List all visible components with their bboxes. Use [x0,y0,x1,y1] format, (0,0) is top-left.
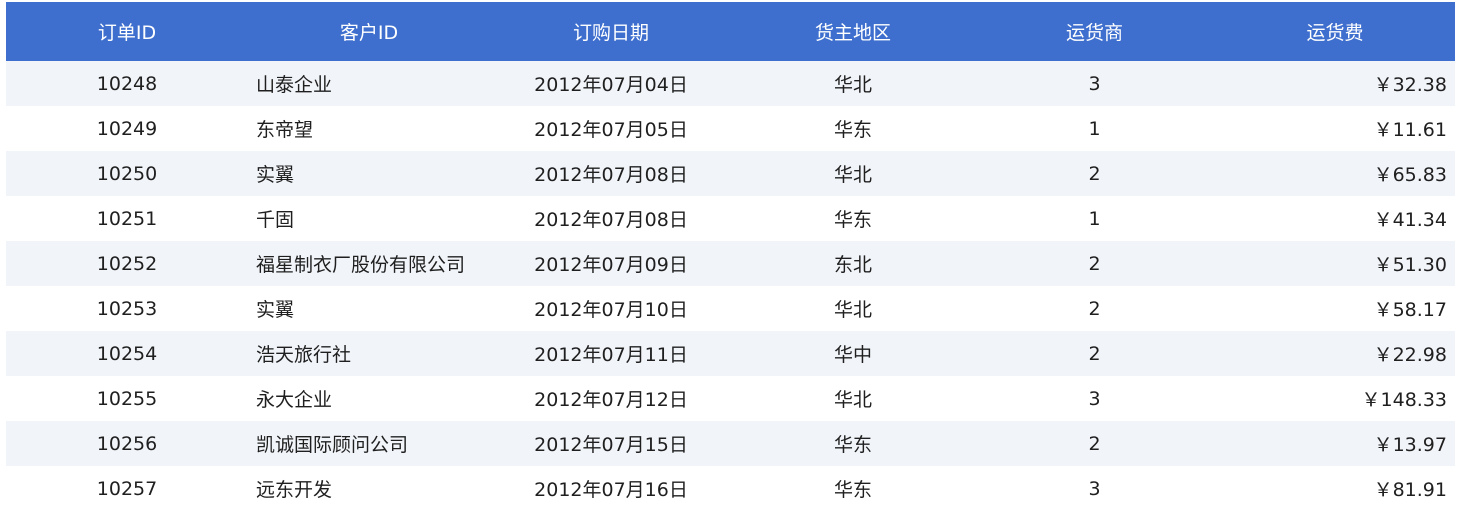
table-row[interactable]: 10250 实翼 2012年07月08日 华北 2 ￥65.83 [6,151,1455,196]
cell-freight: ￥81.91 [1373,479,1447,501]
cell-customer-id: 实翼 [256,164,295,186]
cell-ship-region: 华东 [833,119,872,141]
column-header-order-id[interactable]: 订单ID [6,2,248,61]
cell-shipper: 2 [1088,297,1101,320]
table-row[interactable]: 10253 实翼 2012年07月10日 华北 2 ￥58.17 [6,286,1455,331]
cell-customer-id: 千固 [256,209,295,231]
cell-order-id: 10249 [96,117,158,140]
cell-order-date: 2012年07月11日 [534,344,688,366]
column-header-customer-id[interactable]: 客户ID [248,2,490,61]
cell-order-date: 2012年07月08日 [534,209,688,231]
table-row[interactable]: 10254 浩天旅行社 2012年07月11日 华中 2 ￥22.98 [6,331,1455,376]
table-header: 订单ID 客户ID 订购日期 货主地区 运货商 运货费 [6,2,1455,61]
cell-ship-region: 华中 [833,344,872,366]
column-header-freight[interactable]: 运货费 [1215,2,1455,61]
table-row[interactable]: 10256 凯诚国际顾问公司 2012年07月15日 华东 2 ￥13.97 [6,421,1455,466]
cell-shipper: 2 [1088,432,1101,455]
column-header-ship-region[interactable]: 货主地区 [732,2,974,61]
cell-ship-region: 华东 [833,434,872,456]
cell-freight: ￥65.83 [1373,164,1447,186]
cell-order-id: 10254 [96,342,158,365]
cell-freight: ￥51.30 [1373,254,1447,276]
cell-order-id: 10255 [96,387,158,410]
cell-shipper: 3 [1088,387,1101,410]
cell-order-date: 2012年07月08日 [534,164,688,186]
cell-order-date: 2012年07月10日 [534,299,688,321]
cell-shipper: 3 [1088,477,1101,500]
cell-customer-id: 东帝望 [256,119,314,141]
cell-shipper: 3 [1088,72,1101,95]
orders-table: 订单ID 客户ID 订购日期 货主地区 运货商 运货费 10248 山泰企业 2… [6,0,1455,511]
cell-customer-id: 凯诚国际顾问公司 [256,434,409,456]
cell-order-id: 10252 [96,252,158,275]
cell-ship-region: 华北 [833,164,872,186]
table-row[interactable]: 10257 远东开发 2012年07月16日 华东 3 ￥81.91 [6,466,1455,511]
cell-freight: ￥58.17 [1373,299,1447,321]
table-row[interactable]: 10252 福星制衣厂股份有限公司 2012年07月09日 东北 2 ￥51.3… [6,241,1455,286]
cell-ship-region: 华东 [833,479,872,501]
table-row[interactable]: 10248 山泰企业 2012年07月04日 华北 3 ￥32.38 [6,61,1455,106]
cell-shipper: 1 [1088,207,1101,230]
cell-customer-id: 永大企业 [256,389,333,411]
cell-order-date: 2012年07月16日 [534,479,688,501]
cell-order-date: 2012年07月09日 [534,254,688,276]
cell-order-id: 10251 [96,207,158,230]
cell-order-id: 10256 [96,432,158,455]
cell-order-date: 2012年07月05日 [534,119,688,141]
cell-customer-id: 远东开发 [256,479,333,501]
cell-freight: ￥13.97 [1373,434,1447,456]
cell-customer-id: 实翼 [256,299,295,321]
column-header-shipper[interactable]: 运货商 [974,2,1215,61]
cell-ship-region: 华北 [833,74,872,96]
cell-shipper: 2 [1088,252,1101,275]
cell-customer-id: 山泰企业 [256,74,333,96]
cell-ship-region: 华北 [833,299,872,321]
cell-freight: ￥32.38 [1373,74,1447,96]
cell-order-id: 10250 [96,162,158,185]
table-row[interactable]: 10249 东帝望 2012年07月05日 华东 1 ￥11.61 [6,106,1455,151]
cell-shipper: 2 [1088,342,1101,365]
cell-order-date: 2012年07月04日 [534,74,688,96]
cell-order-id: 10257 [96,477,158,500]
cell-customer-id: 福星制衣厂股份有限公司 [256,254,466,276]
column-header-order-date[interactable]: 订购日期 [490,2,732,61]
table-row[interactable]: 10255 永大企业 2012年07月12日 华北 3 ￥148.33 [6,376,1455,421]
cell-freight: ￥148.33 [1361,389,1447,411]
cell-order-date: 2012年07月15日 [534,434,688,456]
cell-ship-region: 东北 [833,254,872,276]
cell-order-id: 10253 [96,297,158,320]
cell-ship-region: 华北 [833,389,872,411]
cell-order-date: 2012年07月12日 [534,389,688,411]
cell-shipper: 2 [1088,162,1101,185]
cell-freight: ￥11.61 [1373,119,1447,141]
cell-ship-region: 华东 [833,209,872,231]
cell-shipper: 1 [1088,117,1101,140]
cell-freight: ￥41.34 [1373,209,1447,231]
cell-order-id: 10248 [96,72,158,95]
cell-freight: ￥22.98 [1373,344,1447,366]
table-row[interactable]: 10251 千固 2012年07月08日 华东 1 ￥41.34 [6,196,1455,241]
cell-customer-id: 浩天旅行社 [256,344,352,366]
